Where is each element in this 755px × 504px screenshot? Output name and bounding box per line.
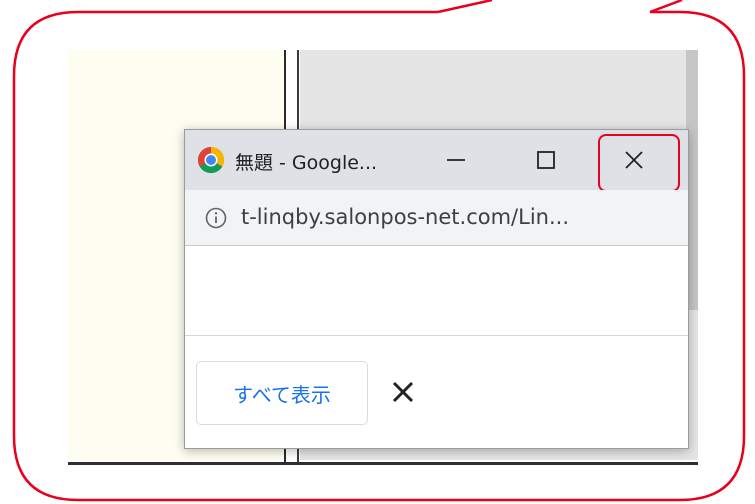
chrome-popup-window: 無題 - Google... t-linqby.salonpos-net.com… bbox=[184, 129, 689, 449]
maximize-button[interactable] bbox=[511, 130, 581, 190]
close-icon[interactable] bbox=[390, 379, 416, 405]
minimize-button[interactable] bbox=[421, 130, 491, 190]
download-bar-divider bbox=[185, 335, 688, 336]
background-baseline bbox=[68, 462, 698, 465]
chrome-logo-icon bbox=[197, 146, 225, 174]
address-bar[interactable]: t-linqby.salonpos-net.com/Lin... bbox=[185, 190, 688, 246]
window-titlebar[interactable]: 無題 - Google... bbox=[185, 130, 688, 192]
show-all-button[interactable]: すべて表示 bbox=[196, 361, 368, 425]
minimize-icon bbox=[447, 159, 465, 161]
info-icon[interactable] bbox=[205, 207, 227, 229]
url-text: t-linqby.salonpos-net.com/Lin... bbox=[241, 205, 569, 229]
window-title: 無題 - Google... bbox=[235, 152, 378, 174]
screenshot-content: 無題 - Google... t-linqby.salonpos-net.com… bbox=[0, 0, 755, 504]
maximize-icon bbox=[537, 151, 555, 169]
close-button-highlight bbox=[598, 134, 680, 192]
